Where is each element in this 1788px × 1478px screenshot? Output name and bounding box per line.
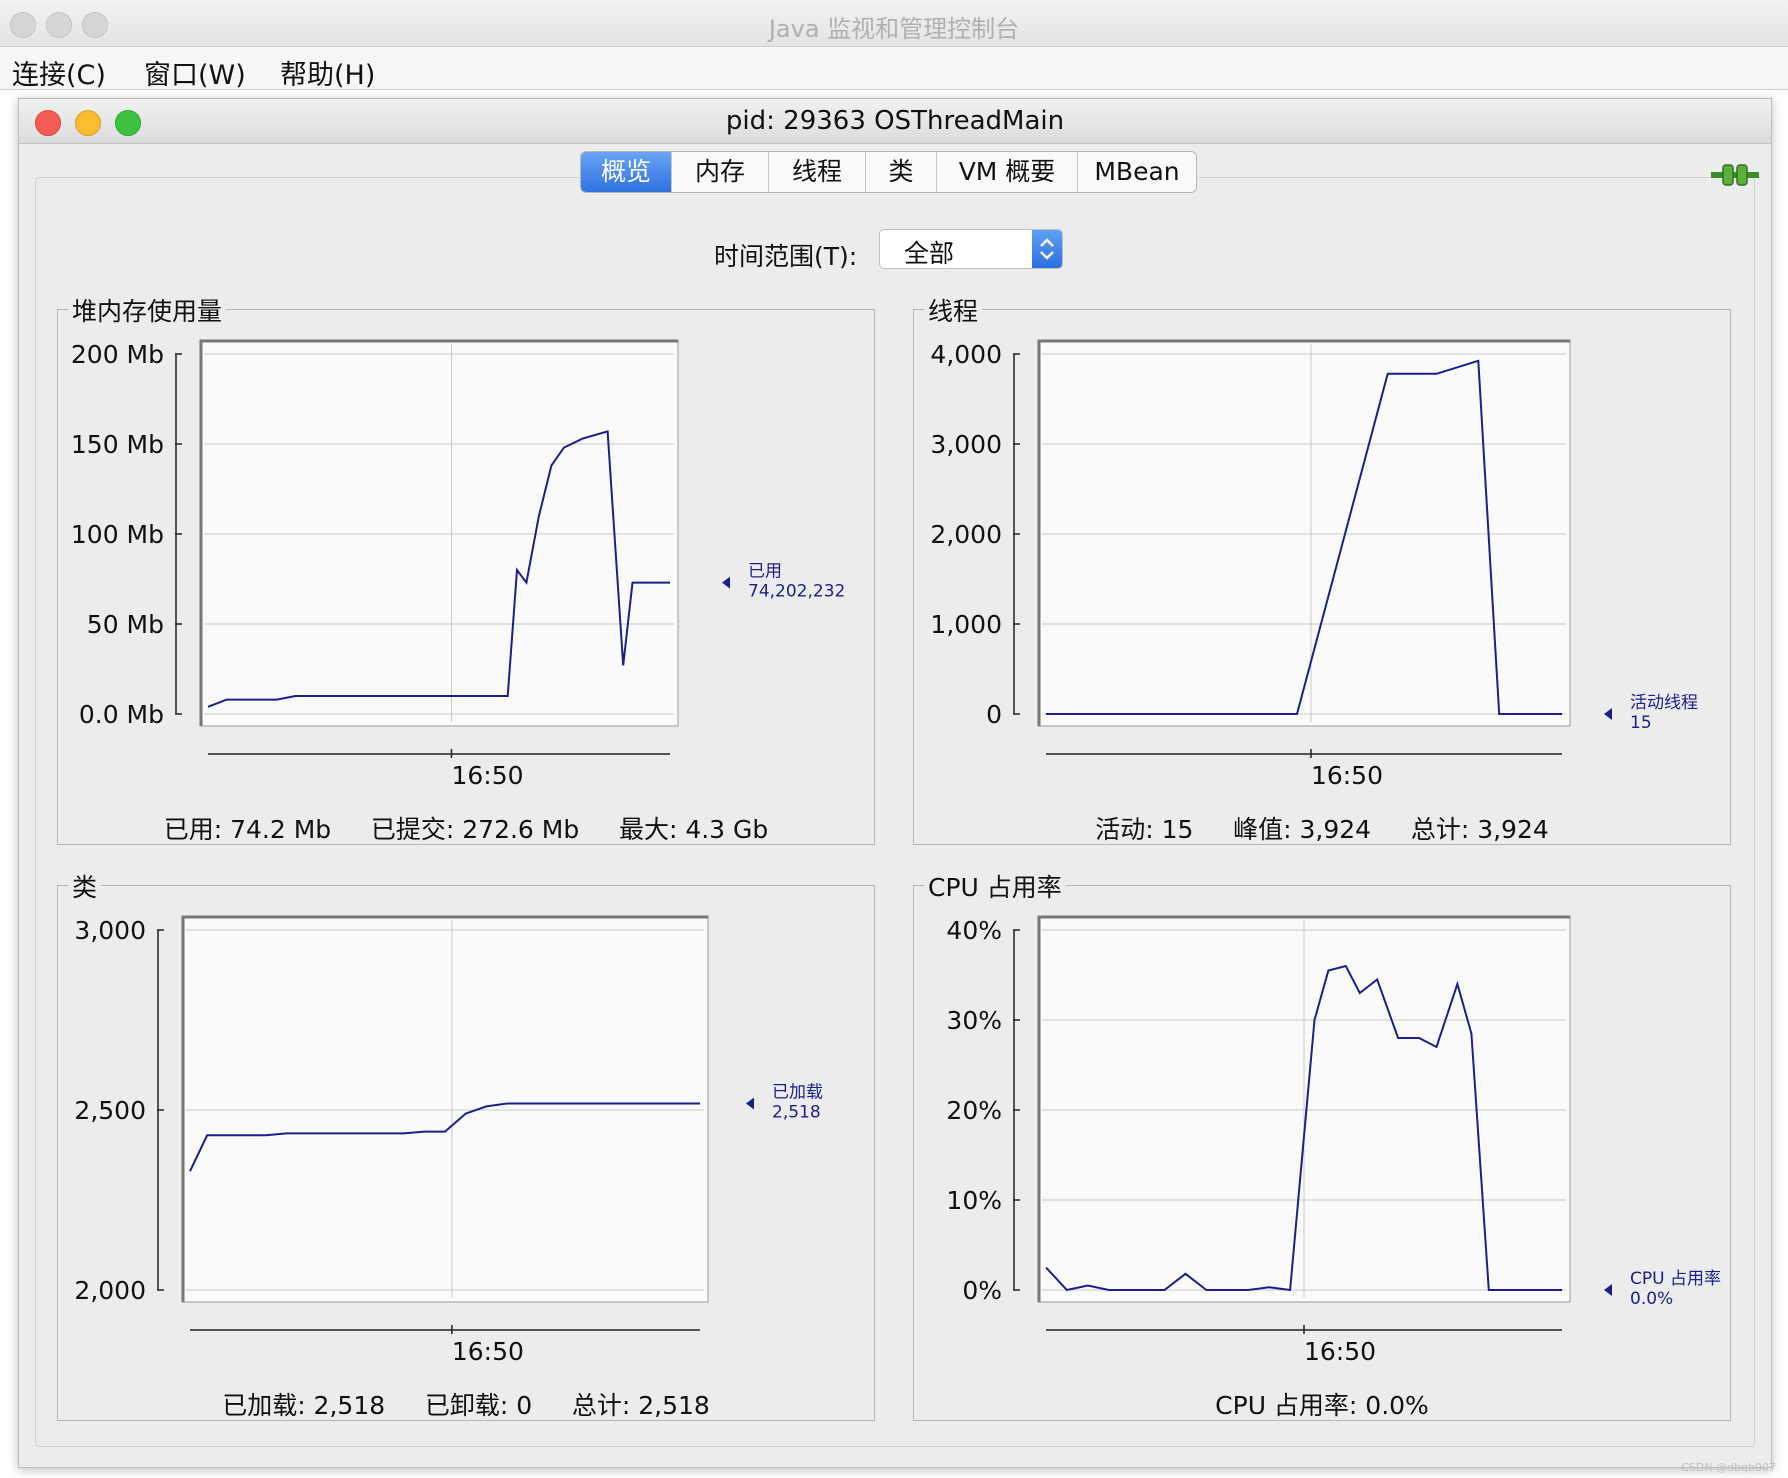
time-range-value: 全部 [904,239,955,268]
time-range-label: 时间范围(T): [714,242,858,271]
x-tick-label: 16:50 [452,1337,524,1366]
connection-window: pid: 29363 OSThreadMain 概览 内存 线程 类 VM 概要… [18,98,1772,1468]
classes-panel: 类 3,000 2,500 2,000 16:50 已加载 2,518 已加载: 2,51… [57,868,875,1421]
y-tick-label: 150 Mb [71,430,164,459]
y-tick-label: 2,500 [74,1096,146,1125]
tab-bar: 概览 内存 线程 类 VM 概要 MBean [580,151,1197,193]
y-tick-label: 0% [962,1276,1002,1305]
legend-series-label: 已加载 [772,1083,823,1103]
y-tick-label: 10% [946,1186,1002,1215]
tab-memory[interactable]: 内存 [672,152,769,192]
y-tick-label: 20% [946,1096,1002,1125]
y-tick-label: 2,000 [930,520,1002,549]
menu-window[interactable]: 窗口(W) [144,53,246,92]
y-tick-label: 1,000 [930,610,1002,639]
tab-vm-summary[interactable]: VM 概要 [937,152,1078,192]
classes-stats: 已加载: 2,518 已卸载: 0 总计: 2,518 [222,1391,710,1420]
y-tick-label: 200 Mb [71,340,164,369]
app-title: Java 监视和管理控制台 [768,15,1020,43]
time-range-select[interactable]: 全部 [879,229,1063,269]
select-arrows-icon [1032,230,1062,268]
legend-marker-icon [1604,1284,1612,1296]
legend-series-value: 0.0% [1630,1289,1673,1309]
tab-classes[interactable]: 类 [866,152,937,192]
x-tick-label: 16:50 [1311,761,1383,790]
tab-mbean[interactable]: MBean [1078,152,1196,192]
threads-stats: 活动: 15 峰值: 3,924 总计: 3,924 [1095,815,1549,844]
cpu-stats: CPU 占用率: 0.0% [1215,1391,1429,1420]
classes-chart: 3,000 2,500 2,000 16:50 已加载2,518 [74,915,823,1366]
legend-series-label: CPU 占用率 [1630,1269,1721,1289]
y-tick-label: 3,000 [74,916,146,945]
y-tick-label: 4,000 [930,340,1002,369]
y-tick-label: 0.0 Mb [79,700,164,729]
legend-marker-icon [722,576,730,589]
menu-bar: 连接(C) 窗口(W) 帮助(H) [0,47,1788,92]
y-tick-label: 40% [946,916,1002,945]
watermark: CSDN @dbqb007 [1681,1461,1776,1474]
y-tick-label: 0 [986,700,1002,729]
window-title: pid: 29363 OSThreadMain [725,106,1065,136]
app-titlebar: Java 监视和管理控制台 [0,0,1788,47]
legend-series-label: 已用 [748,562,782,582]
legend-marker-icon [746,1097,754,1110]
x-tick-label: 16:50 [451,761,523,790]
window-titlebar: pid: 29363 OSThreadMain [19,99,1771,144]
threads-chart: 4,000 3,000 2,000 1,000 0 16:50 活动线程15 [930,339,1698,790]
y-tick-label: 100 Mb [71,520,164,549]
tab-overview[interactable]: 概览 [581,152,672,192]
heap-memory-panel: 堆内存使用量 200 Mb 150 Mb 100 Mb 50 Mb 0.0 Mb 16:5… [57,292,875,845]
plot-area [181,915,709,1303]
threads-panel: 线程 4,000 3,000 2,000 1,000 0 16:50 活动线程 15 活动: … [913,292,1731,845]
menu-connection[interactable]: 连接(C) [12,53,106,92]
menu-help[interactable]: 帮助(H) [280,53,375,92]
x-tick-label: 16:50 [1304,1337,1376,1366]
tab-threads[interactable]: 线程 [769,152,866,192]
y-tick-label: 2,000 [74,1276,146,1305]
cpu-chart: 40% 30% 20% 10% 0% 16:50 CPU 占用率0.0% [946,915,1721,1366]
legend-series-value: 15 [1630,713,1652,733]
heap-stats: 已用: 74.2 Mb 已提交: 272.6 Mb 最大: 4.3 Gb [163,815,769,844]
plot-area [1037,339,1571,727]
legend-series-label: 活动线程 [1630,693,1698,713]
legend-series-value: 74,202,232 [748,582,845,602]
legend-marker-icon [1604,708,1612,720]
cpu-panel: CPU 占用率 40% 30% 20% 10% 0% 16:50 CPU 占用率 0.0% C… [913,868,1731,1421]
connection-plug-icon[interactable] [1711,161,1759,189]
y-tick-label: 3,000 [930,430,1002,459]
legend-series-value: 2,518 [772,1103,821,1123]
plot-area [199,339,679,727]
heap-chart: 200 Mb 150 Mb 100 Mb 50 Mb 0.0 Mb 16:50 已用74,2… [71,339,845,790]
y-tick-label: 30% [946,1006,1002,1035]
y-tick-label: 50 Mb [87,610,164,639]
